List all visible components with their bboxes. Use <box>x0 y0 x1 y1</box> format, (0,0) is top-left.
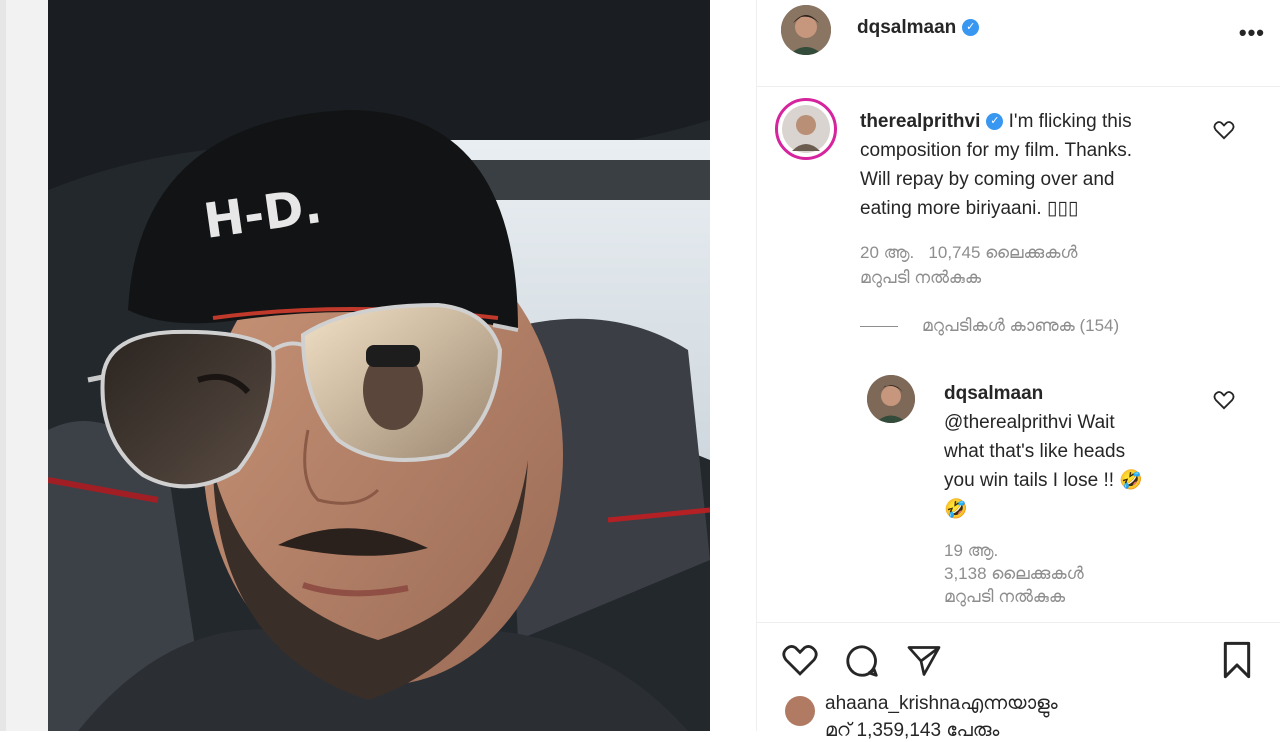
liker-avatar[interactable] <box>785 696 815 726</box>
reply-avatar[interactable] <box>867 375 915 423</box>
bookmark-icon[interactable] <box>1219 640 1255 680</box>
comment-line: therealprithvi ✓ I'm flicking this <box>860 107 1190 136</box>
reply-text-line-1: @therealprithvi Wait <box>944 412 1115 433</box>
gutter-edge <box>0 0 6 731</box>
selfie-image: H-D. <box>48 0 710 731</box>
reply-body: dqsalmaan @therealprithvi Wait what that… <box>944 379 1204 524</box>
reply-likes[interactable]: 3,138 ലൈക്കുകൾ <box>944 561 1084 586</box>
author-row: dqsalmaan ✓ <box>857 17 980 39</box>
divider-line <box>860 326 898 328</box>
comment-text-line-4: eating more biriyaani. ▯▯▯ <box>860 198 1079 219</box>
reply-text-line-3: you win tails I lose !! 🤣 <box>944 470 1143 491</box>
layout-gap <box>710 0 756 731</box>
liked-by-count[interactable]: മറ് 1,359,143 പേരും <box>825 720 999 742</box>
post-actions: ahaana_krishnaഎന്നയാളും മറ് 1,359,143 പേ… <box>757 622 1280 741</box>
comments-panel: dqsalmaan ✓ ••• therealprithvi ✓ I'm flick… <box>756 0 1280 741</box>
reply-text-line-2: what that's like heads <box>944 441 1126 462</box>
reply-reply-link[interactable]: മറുപടി നൽകുക <box>944 584 1065 609</box>
comment-text-line-2: composition for my film. Thanks. <box>860 140 1133 161</box>
liker-username[interactable]: ahaana_krishna <box>825 693 960 714</box>
liked-by-suffix: എന്നയാളും <box>960 693 1058 714</box>
view-replies-link[interactable]: മറുപടികൾ കാണുക (154) <box>860 316 1119 336</box>
post-photo[interactable]: H-D. <box>48 0 710 731</box>
verified-badge-icon: ✓ <box>962 19 980 37</box>
page-gutter <box>0 0 48 731</box>
liked-by-line: ahaana_krishnaഎന്നയാളും <box>825 693 1058 715</box>
view-replies-text: മറുപടികൾ കാണുക (154) <box>922 316 1120 335</box>
heart-outline-icon[interactable] <box>781 643 819 677</box>
reply-time[interactable]: 19 ആ. <box>944 538 998 563</box>
commenter-username[interactable]: therealprithvi <box>860 111 980 132</box>
comment-meta: 20 ആ. 10,745 ലൈക്കുകൾ <box>860 240 1078 265</box>
reply-link[interactable]: മറുപടി നൽകുക <box>860 265 981 290</box>
comment-text-line-3: Will repay by coming over and <box>860 169 1115 190</box>
author-avatar[interactable] <box>781 5 831 55</box>
comment-likes[interactable]: 10,745 ലൈക്കുകൾ <box>928 243 1077 262</box>
paper-plane-icon[interactable] <box>905 643 943 679</box>
post-header: dqsalmaan ✓ ••• <box>757 0 1280 87</box>
author-username[interactable]: dqsalmaan <box>857 17 956 38</box>
speech-bubble-icon[interactable] <box>843 642 881 680</box>
comment-body: therealprithvi ✓ I'm flicking this compos… <box>860 107 1190 223</box>
verified-badge-icon: ✓ <box>986 113 1004 131</box>
commenter-avatar[interactable] <box>775 98 837 160</box>
reply-username[interactable]: dqsalmaan <box>944 379 1204 408</box>
reply-text-line-4: 🤣 <box>944 499 968 520</box>
reply-like-heart-icon[interactable] <box>1213 390 1235 410</box>
more-options-icon[interactable]: ••• <box>1239 20 1265 46</box>
comment-text-line-1: I'm flicking this <box>1008 111 1132 132</box>
comment-like-heart-icon[interactable] <box>1213 120 1235 140</box>
comment-time[interactable]: 20 ആ. <box>860 243 914 262</box>
